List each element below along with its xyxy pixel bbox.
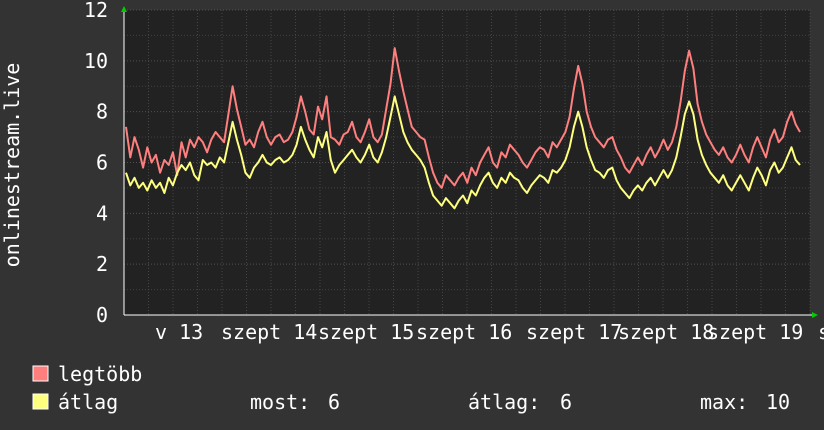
stat-avg-value: 6 (560, 390, 572, 414)
y-tick-label: 12 (84, 0, 108, 22)
y-tick-label: 2 (96, 252, 108, 276)
legend-swatch-max (32, 365, 49, 382)
y-tick-label: 4 (96, 201, 108, 225)
x-tick-label: szept 19 (707, 320, 803, 344)
x-tick-label: szept 18 (618, 320, 714, 344)
stat-max-value: 10 (766, 390, 790, 414)
x-tick-label: szept 17 (526, 320, 622, 344)
line-chart: 0 2 4 6 8 10 12 v 13 szept 14 szept 15 szept 16 sz… (0, 0, 824, 414)
y-tick-label: 10 (84, 49, 108, 73)
x-tick-label: szept 14 (221, 320, 317, 344)
y-tick-label: 0 (96, 303, 108, 327)
legend-label-max: legtöbb (58, 362, 142, 386)
y-tick-label: 8 (96, 100, 108, 124)
stat-now-label: most: (250, 390, 310, 414)
legend-swatch-avg (32, 393, 49, 410)
chart-container: 0 2 4 6 8 10 12 v 13 szept 14 szept 15 szept 16 sz… (0, 0, 824, 430)
legend-label-avg: átlag (58, 390, 118, 414)
x-axis-arrow (812, 312, 818, 318)
y-axis-label: onlinestream.live (0, 63, 24, 268)
x-tick-label: szept 16 (416, 320, 512, 344)
x-tick-labels: v 13 szept 14 szept 15 szept 16 szept 17szep… (155, 320, 824, 344)
y-tick-labels: 0 2 4 6 8 10 12 (84, 0, 108, 327)
x-tick-label: szept 20 (818, 320, 824, 344)
x-tick-label: v 13 (155, 320, 203, 344)
y-axis-arrow (121, 6, 127, 12)
legend: legtöbb átlag most: 6 átlag: 6 max: 10 (32, 362, 790, 414)
stat-avg-label: átlag: (468, 390, 540, 414)
y-tick-label: 6 (96, 151, 108, 175)
x-tick-label: szept 15 (318, 320, 414, 344)
stat-max-label: max: (700, 390, 748, 414)
stat-now-value: 6 (328, 390, 340, 414)
